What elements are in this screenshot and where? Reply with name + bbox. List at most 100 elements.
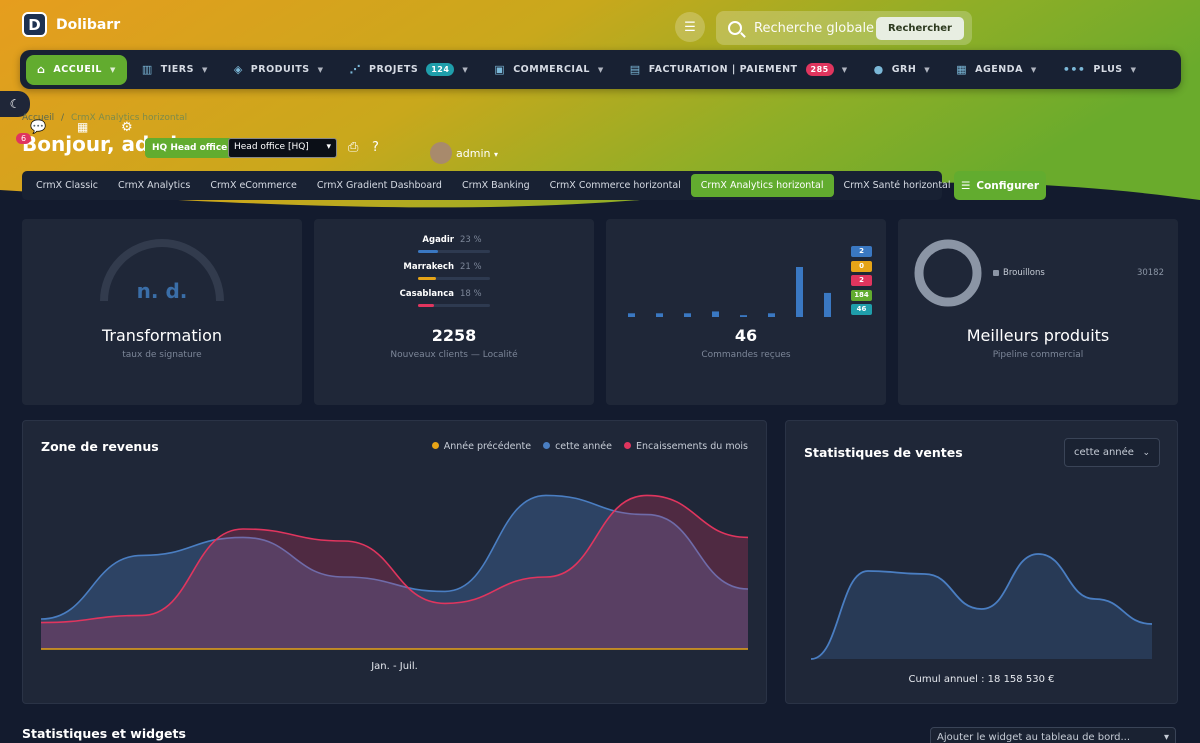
locality-bar-fill: [418, 304, 434, 307]
nav-item-produits[interactable]: ◈ PRODUITS ▼: [223, 55, 335, 85]
menu-toggle-button[interactable]: ☰: [675, 12, 705, 42]
card-subtitle: Commandes reçues: [701, 350, 791, 360]
invoice-icon: ▤: [629, 63, 641, 76]
legend-swatch: [993, 270, 999, 276]
nav-count-badge: 285: [805, 63, 834, 76]
more-icon: •••: [1062, 63, 1086, 76]
legend-entry[interactable]: Encaissements du mois: [624, 441, 748, 452]
card-subtitle: Pipeline commercial: [992, 350, 1084, 360]
locality-bar-fill: [418, 277, 437, 280]
app-logo[interactable]: D Dolibarr: [22, 12, 120, 37]
nav-label: GRH: [891, 64, 917, 75]
print-icon[interactable]: ⎙: [348, 140, 358, 155]
sales-area: [811, 554, 1152, 659]
tab-crmx-classic[interactable]: CrmX Classic: [26, 174, 108, 197]
tab-crmx-ecommerce[interactable]: CrmX eCommerce: [200, 174, 307, 197]
order-bar: [712, 311, 719, 317]
configure-button[interactable]: ☰ Configurer: [954, 171, 1046, 200]
gauge-value: n. d.: [136, 279, 188, 303]
order-bar: [768, 313, 775, 317]
status-count-badge: 0: [851, 260, 872, 272]
add-widget-value: Ajouter le widget au tableau de bord...: [937, 732, 1131, 743]
caret-down-icon: ▼: [109, 65, 116, 74]
caret-down-icon: ▼: [597, 65, 604, 74]
transformation-gauge: [100, 239, 224, 302]
chevron-down-icon: ▾: [493, 150, 498, 159]
panel-title: Statistiques de ventes: [804, 445, 963, 460]
period-select[interactable]: cette année ⌄: [1064, 438, 1160, 467]
help-icon[interactable]: ?: [372, 140, 379, 155]
nav-item-facturation[interactable]: ▤ FACTURATION | PAIEMENT 285 ▼: [619, 55, 859, 85]
sales-area-chart: [810, 553, 1153, 660]
status-count-badge: 46: [851, 304, 872, 315]
nav-item-grh[interactable]: ● GRH ▼: [863, 55, 942, 85]
caret-down-icon: ▼: [924, 65, 931, 74]
period-value: cette année: [1074, 447, 1134, 458]
sliders-icon: ☰: [960, 179, 971, 192]
tab-crmx-banking[interactable]: CrmX Banking: [452, 174, 540, 197]
nav-label: PLUS: [1093, 64, 1123, 75]
status-count-badge: 2: [851, 246, 872, 257]
search-button[interactable]: Rechercher: [875, 16, 964, 40]
user-icon: ●: [873, 63, 884, 76]
nav-item-tiers[interactable]: ▥ TIERS ▼: [131, 55, 219, 85]
status-count-badge: 184: [851, 289, 872, 301]
entity-select-value: Head office [HQ]: [234, 142, 309, 152]
nav-count-badge: 124: [426, 63, 455, 76]
orders-bar-chart: [628, 267, 831, 317]
widgets-section-title: Statistiques et widgets: [22, 726, 186, 741]
calendar-icon[interactable]: ▦: [77, 120, 88, 134]
nav-item-accueil[interactable]: ⌂ ACCUEIL ▼: [26, 54, 127, 85]
legend-label: Encaissements du mois: [636, 441, 748, 452]
nav-item-commercial[interactable]: ▣ COMMERCIAL ▼: [483, 55, 614, 85]
moon-icon: ☾: [9, 97, 21, 111]
search-icon: [728, 21, 742, 35]
order-bar: [824, 292, 831, 317]
tab-crmx-gradient-dashboard[interactable]: CrmX Gradient Dashboard: [307, 174, 452, 197]
tab-crmx-analytics-horizontal[interactable]: CrmX Analytics horizontal: [690, 174, 834, 197]
x-axis-label: Jan. - Juil.: [371, 661, 418, 672]
tab-crmx-commerce-horizontal[interactable]: CrmX Commerce horizontal: [540, 174, 691, 197]
entity-select[interactable]: Head office [HQ] ▾: [228, 138, 337, 158]
nav-item-projets[interactable]: ⋰ PROJETS 124 ▼: [339, 55, 480, 85]
nav-item-agenda[interactable]: ▦ AGENDA ▼: [945, 55, 1048, 85]
building-icon: ▥: [141, 63, 153, 76]
caret-down-icon: ▼: [1030, 65, 1037, 74]
avatar[interactable]: [430, 142, 452, 164]
notification-badge: 6: [16, 133, 32, 144]
legend-dot: [543, 442, 551, 449]
briefcase-icon: ▣: [494, 63, 506, 76]
nav-item-plus[interactable]: ••• PLUS ▼: [1052, 55, 1148, 85]
locality-percent: 18 %: [460, 289, 482, 299]
user-menu[interactable]: admin ▾: [456, 147, 498, 160]
caret-down-icon: ▼: [1130, 65, 1137, 74]
locality-percent: 21 %: [460, 262, 482, 272]
caret-down-icon: ▼: [462, 65, 469, 74]
entity-badge[interactable]: HQ Head office: [145, 138, 235, 158]
add-widget-select[interactable]: Ajouter le widget au tableau de bord... ▾: [930, 727, 1176, 743]
revenue-legend: Année précédente cette année Encaissements…: [431, 441, 748, 452]
user-name: admin: [456, 147, 491, 160]
locality-bar: [418, 304, 490, 307]
order-bar: [628, 313, 635, 317]
legend-label: Année précédente: [443, 441, 532, 452]
legend-entry[interactable]: Année précédente: [431, 441, 532, 452]
chevron-down-icon: ▾: [1163, 732, 1169, 743]
legend-entry[interactable]: cette année: [543, 441, 612, 452]
project-icon: ⋰: [349, 63, 361, 76]
search-input[interactable]: Recherche globale — c: [754, 21, 876, 36]
locality-bar: [418, 277, 490, 280]
tab-crmx-sant-horizontal[interactable]: CrmX Santé horizontal: [834, 174, 961, 197]
chevron-down-icon: ▾: [326, 142, 331, 152]
tab-crmx-analytics[interactable]: CrmX Analytics: [108, 174, 200, 197]
products-card: Brouillons 30182 Meilleurs produits Pipe…: [898, 219, 1178, 405]
card-title: Transformation: [101, 326, 223, 345]
nav-label: PRODUITS: [250, 64, 310, 75]
caret-down-icon: ▼: [201, 65, 208, 74]
dolibarr-logo-icon: D: [22, 12, 47, 37]
chevron-down-icon: ⌄: [1142, 447, 1150, 458]
settings-gear-icon[interactable]: ⚙: [121, 120, 133, 135]
nav-label: ACCUEIL: [53, 64, 102, 75]
chat-icon[interactable]: 💬: [30, 120, 46, 135]
donut-legend-value: 30182: [1136, 268, 1164, 278]
